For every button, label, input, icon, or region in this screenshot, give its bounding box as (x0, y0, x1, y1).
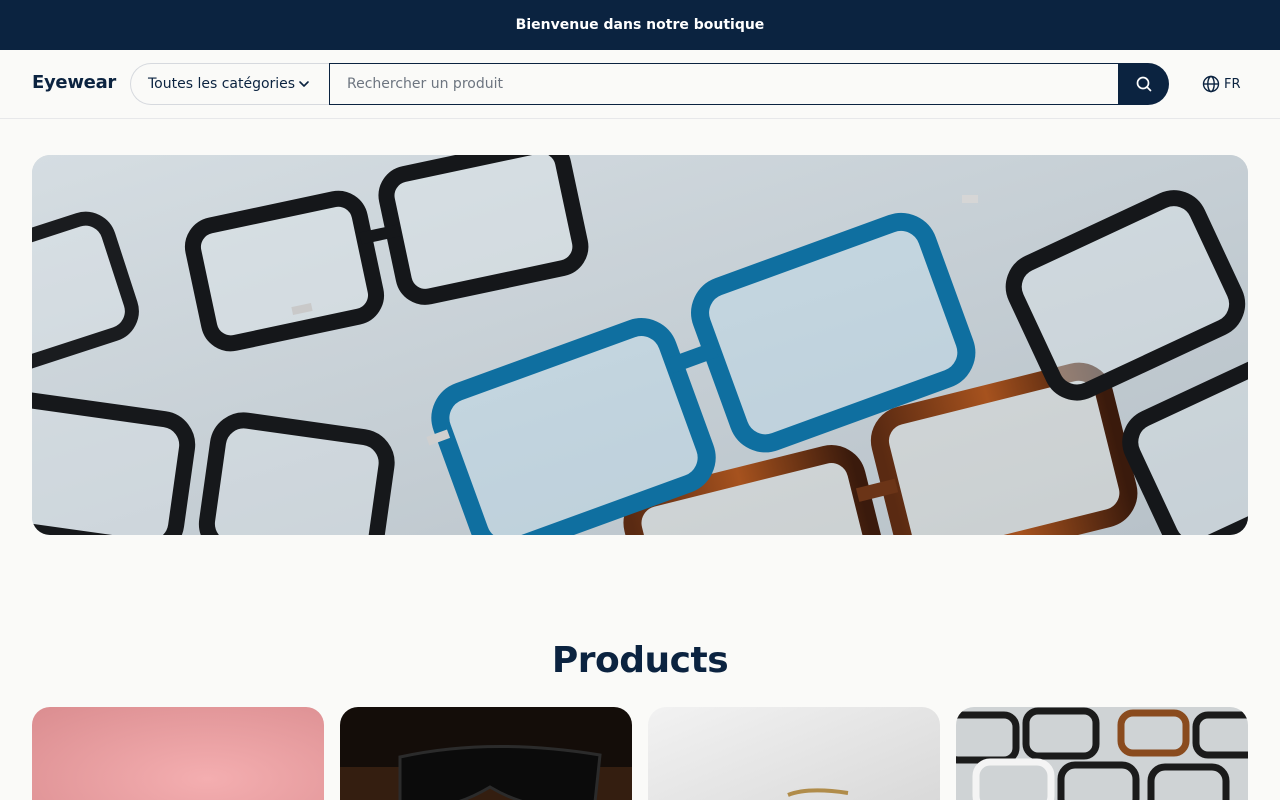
product-photo (340, 707, 632, 800)
logo[interactable]: Eyewear (32, 72, 116, 93)
product-card-image[interactable] (956, 707, 1248, 800)
search-icon (1136, 76, 1151, 92)
product-card-image[interactable] (648, 707, 940, 800)
hero-banner-image (32, 155, 1248, 535)
category-select-label: Toutes les catégories (148, 76, 296, 92)
chevron-down-icon (299, 81, 309, 87)
products-heading: Products (551, 640, 729, 681)
site-header: Eyewear Toutes les catégories FR (0, 50, 1280, 119)
product-card-image[interactable] (340, 707, 632, 800)
product-photo (956, 707, 1248, 800)
search-button[interactable] (1118, 63, 1169, 105)
category-select[interactable]: Toutes les catégories (130, 63, 330, 105)
announcement-text: Bienvenue dans notre boutique (515, 17, 765, 33)
product-photo (648, 707, 940, 800)
globe-icon (1202, 75, 1220, 93)
language-selector[interactable]: FR (1202, 75, 1241, 93)
product-card-image[interactable] (32, 707, 324, 800)
language-label: FR (1224, 76, 1241, 92)
eyeglasses-photo (32, 155, 1248, 535)
search-input[interactable] (329, 63, 1119, 105)
product-photo (32, 707, 324, 800)
announcement-bar: Bienvenue dans notre boutique (0, 0, 1280, 50)
